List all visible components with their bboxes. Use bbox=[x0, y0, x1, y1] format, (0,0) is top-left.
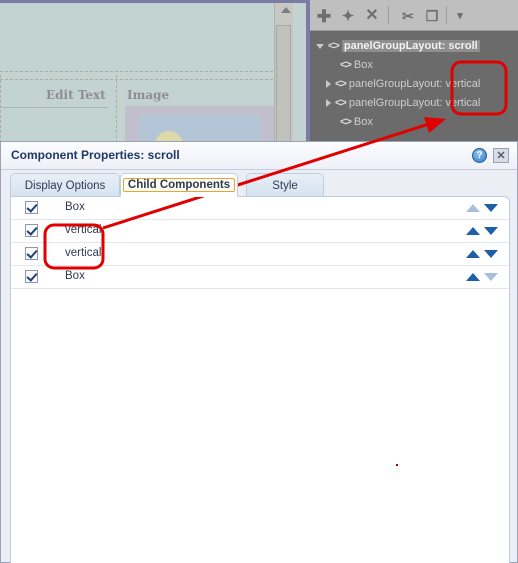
row-label: Box bbox=[65, 270, 85, 282]
twisty-expanded-icon[interactable] bbox=[316, 43, 324, 49]
tab-display-options[interactable]: Display Options bbox=[10, 173, 120, 197]
canvas-guide-line bbox=[116, 75, 117, 148]
toolbar-divider bbox=[388, 6, 389, 24]
dialog-title: Component Properties: scroll bbox=[11, 148, 180, 162]
tree-item-label: Box bbox=[353, 116, 373, 128]
add-special-icon[interactable]: ✦ bbox=[338, 6, 358, 26]
structure-panel: ✚ ✦ ✕ ✂ ❐ ▾ <> panelGroupLayout: scroll … bbox=[310, 0, 518, 145]
chevron-down-icon[interactable]: ▾ bbox=[450, 6, 470, 26]
row-label: vertical bbox=[65, 224, 102, 236]
canvas-guide-line bbox=[0, 79, 293, 80]
child-components-list: Box vertical vertical Box bbox=[10, 196, 510, 563]
scroll-up-icon[interactable] bbox=[281, 7, 291, 13]
component-tag-icon: <> bbox=[328, 40, 340, 52]
screenshot-root: Edit Text Image ✚ ✦ ✕ ✂ ❐ ▾ <> panelGrou… bbox=[0, 0, 518, 563]
tab-label: Style bbox=[272, 179, 298, 192]
structure-toolbar: ✚ ✦ ✕ ✂ ❐ ▾ bbox=[310, 0, 518, 31]
move-up-button[interactable] bbox=[466, 273, 480, 281]
move-down-button bbox=[484, 273, 498, 281]
row-label: vertical bbox=[65, 247, 102, 259]
tab-child-components[interactable]: Child Components bbox=[120, 173, 238, 197]
component-properties-dialog: Component Properties: scroll ? ✕ Display… bbox=[0, 141, 518, 563]
table-row[interactable]: vertical bbox=[11, 243, 509, 266]
canvas-guide-line bbox=[0, 71, 293, 72]
canvas-image-label: Image bbox=[127, 88, 170, 102]
canvas-scrollbar-thumb[interactable] bbox=[276, 25, 291, 149]
table-row[interactable]: Box bbox=[11, 197, 509, 220]
tree-item-panelgrouplayout-vertical[interactable]: <> panelGroupLayout: vertical bbox=[326, 94, 480, 112]
canvas-guide-line bbox=[0, 75, 1, 148]
move-up-button[interactable] bbox=[466, 227, 480, 235]
component-tag-icon: <> bbox=[335, 97, 347, 109]
stray-marker-dot bbox=[396, 464, 398, 466]
add-icon[interactable]: ✚ bbox=[314, 6, 334, 26]
help-icon[interactable]: ? bbox=[472, 148, 487, 163]
tab-label: Child Components bbox=[122, 178, 236, 192]
row-label: Box bbox=[65, 201, 85, 213]
tree-item-label: panelGroupLayout: vertical bbox=[348, 97, 481, 109]
editor-canvas: Edit Text Image bbox=[0, 0, 310, 159]
cut-icon[interactable]: ✂ bbox=[398, 6, 418, 26]
component-tag-icon: <> bbox=[335, 78, 347, 90]
tree-item-label: panelGroupLayout: vertical bbox=[348, 78, 481, 90]
copy-icon[interactable]: ❐ bbox=[422, 6, 442, 26]
row-checkbox[interactable] bbox=[25, 247, 38, 260]
tab-strip: Display Options Child Components Style bbox=[1, 173, 517, 197]
move-up-button[interactable] bbox=[466, 250, 480, 258]
delete-icon[interactable]: ✕ bbox=[362, 6, 382, 26]
row-checkbox[interactable] bbox=[25, 270, 38, 283]
table-row[interactable]: Box bbox=[11, 266, 509, 289]
tab-label: Display Options bbox=[24, 179, 106, 192]
twisty-collapsed-icon[interactable] bbox=[326, 99, 331, 107]
component-tag-icon: <> bbox=[340, 116, 352, 128]
row-checkbox[interactable] bbox=[25, 224, 38, 237]
twisty-collapsed-icon[interactable] bbox=[326, 80, 331, 88]
toolbar-divider bbox=[446, 6, 447, 24]
move-down-button[interactable] bbox=[484, 204, 498, 212]
tree-item-label: Box bbox=[353, 59, 373, 71]
tab-style[interactable]: Style bbox=[246, 173, 324, 197]
tree-item-label: panelGroupLayout: scroll bbox=[341, 40, 480, 52]
tree-item-box[interactable]: <> Box bbox=[340, 56, 373, 74]
close-icon[interactable]: ✕ bbox=[493, 148, 509, 163]
row-checkbox[interactable] bbox=[25, 201, 38, 214]
table-row[interactable]: vertical bbox=[11, 220, 509, 243]
move-down-button[interactable] bbox=[484, 250, 498, 258]
tree-item-box[interactable]: <> Box bbox=[340, 113, 373, 131]
tree-item-panelgrouplayout-scroll[interactable]: <> panelGroupLayout: scroll bbox=[316, 37, 480, 55]
canvas-text-underline bbox=[0, 107, 108, 108]
component-tag-icon: <> bbox=[340, 59, 352, 71]
tree-item-panelgrouplayout-vertical[interactable]: <> panelGroupLayout: vertical bbox=[326, 75, 480, 93]
canvas-edit-text-label: Edit Text bbox=[46, 88, 106, 102]
move-down-button[interactable] bbox=[484, 227, 498, 235]
move-up-button bbox=[466, 204, 480, 212]
